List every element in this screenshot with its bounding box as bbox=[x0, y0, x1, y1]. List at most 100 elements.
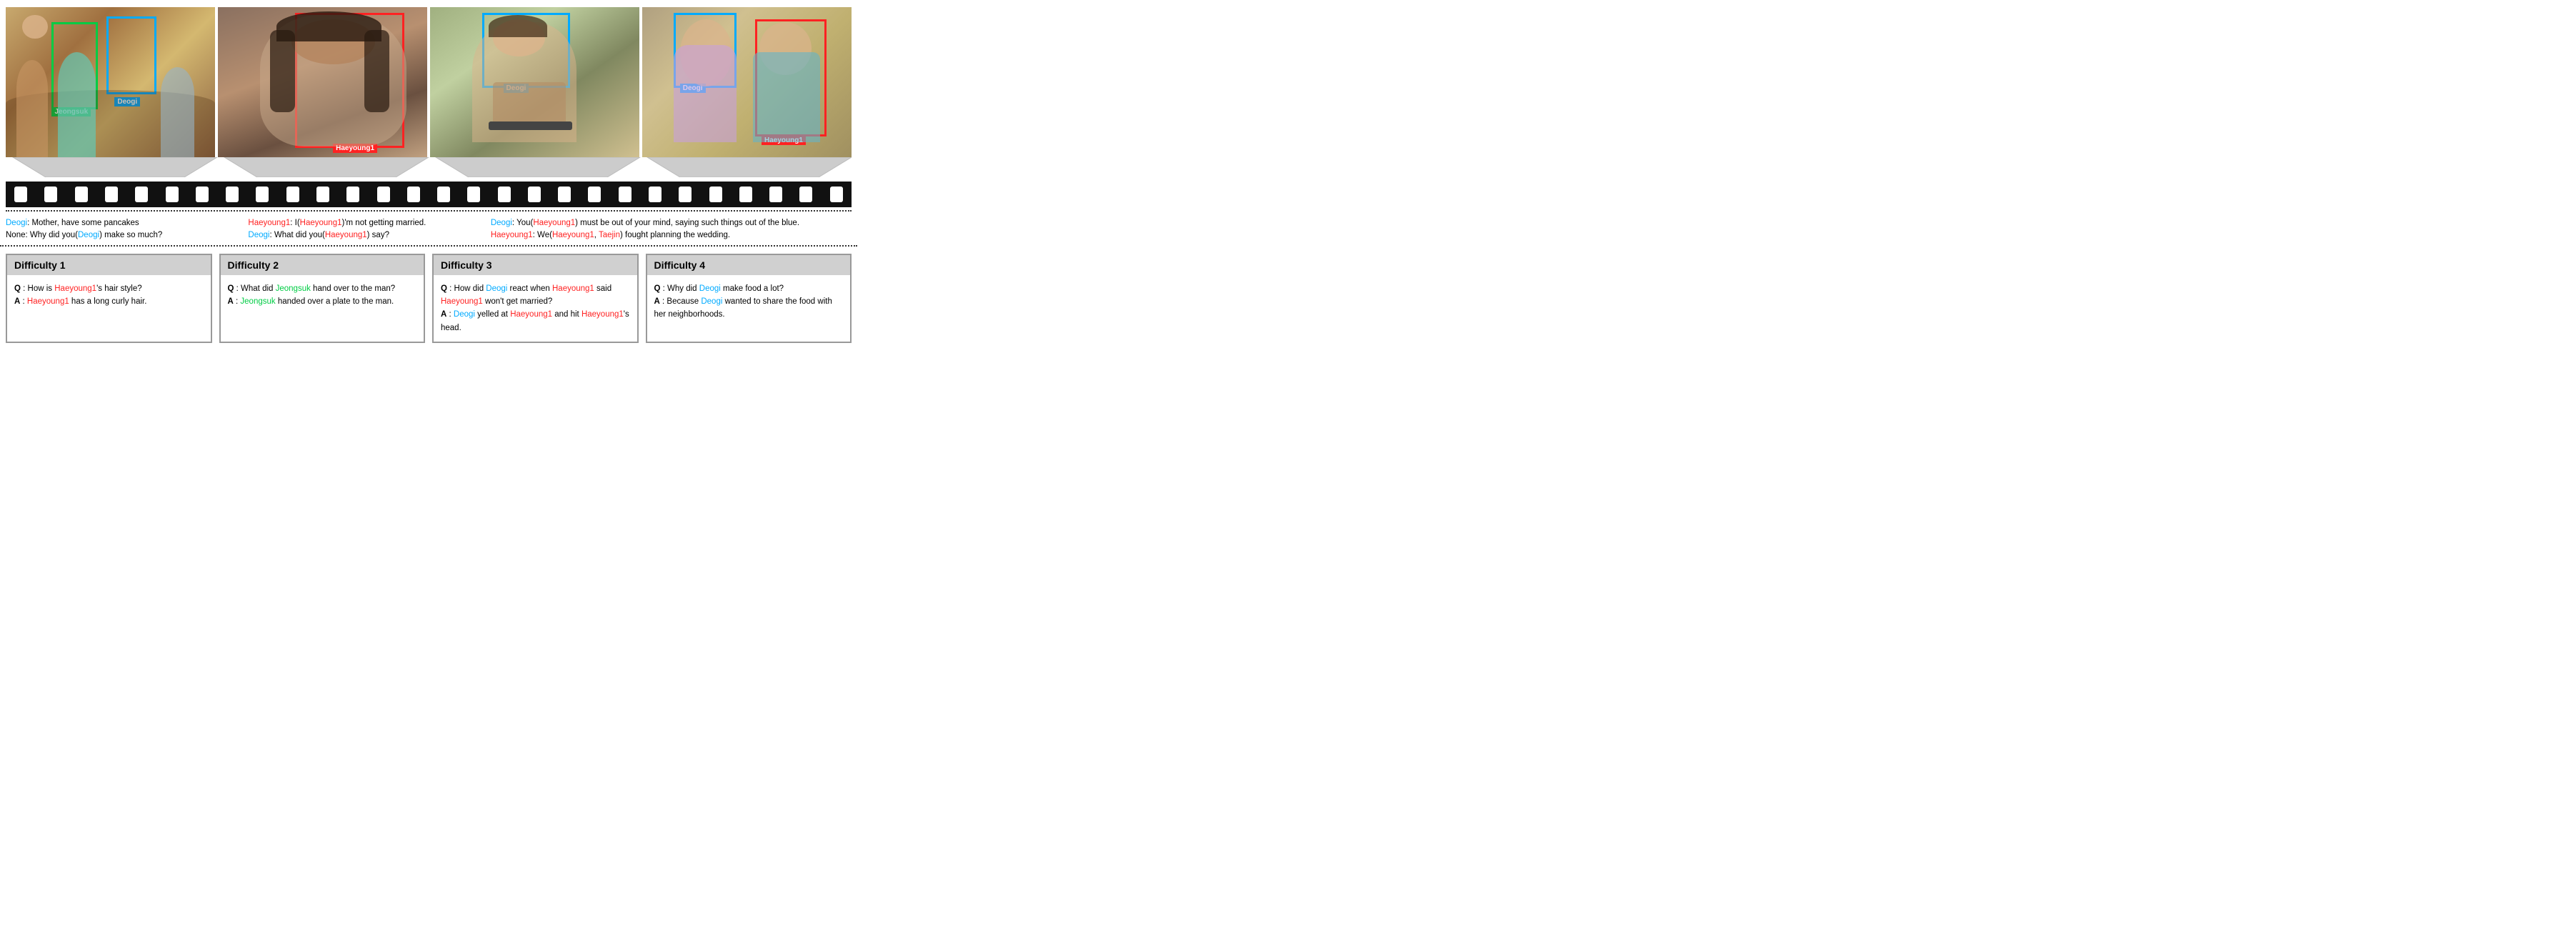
q-entity-1: Haeyoung1 bbox=[54, 284, 96, 293]
q-text-1: 's hair style? bbox=[96, 284, 142, 293]
a-entity-3a: Deogi bbox=[454, 310, 475, 319]
speaker-none: None bbox=[6, 231, 26, 239]
dialogue-line-4: Deogi: What did you(Haeyoung1) say? bbox=[248, 229, 484, 242]
q-entity-3b: Haeyoung1 bbox=[552, 284, 594, 293]
speaker-deogi-1: Deogi bbox=[6, 219, 27, 227]
dialogue-text-2: : Why did you( bbox=[26, 231, 79, 239]
film-hole bbox=[105, 187, 118, 202]
a-text-3a: yelled at bbox=[475, 310, 510, 319]
a-entity-4: Deogi bbox=[701, 297, 722, 306]
a-colon-3: : bbox=[446, 310, 454, 319]
dialogue-line-3: Haeyoung1: I(Haeyoung1)'m not getting ma… bbox=[248, 217, 484, 229]
dialogue-line-6: Haeyoung1: We(Haeyoung1, Taejin) fought … bbox=[491, 229, 846, 242]
dialogue-line-1: Deogi: Mother, have some pancakes bbox=[6, 217, 242, 229]
dotted-separator-top bbox=[6, 210, 852, 212]
ref-haeyoung1-3: Haeyoung1 bbox=[533, 219, 575, 227]
q-text-4a: : Why did bbox=[660, 284, 699, 293]
q-label-3: Q bbox=[441, 284, 447, 293]
a-colon-4: : Because bbox=[660, 297, 702, 306]
film-hole bbox=[44, 187, 57, 202]
difficulty3-header: Difficulty 3 bbox=[434, 255, 637, 275]
film-hole bbox=[528, 187, 541, 202]
a-text-2: handed over a plate to the man. bbox=[276, 297, 394, 306]
dialogue-text-4b: ) say? bbox=[367, 231, 389, 239]
film-hole bbox=[407, 187, 420, 202]
difficulty-row: Difficulty 1 Q : How is Haeyoung1's hair… bbox=[0, 254, 857, 344]
difficulty4-body: Q : Why did Deogi make food a lot? A : B… bbox=[647, 275, 851, 329]
q-text-4b: make food a lot? bbox=[721, 284, 784, 293]
film-hole bbox=[75, 187, 88, 202]
dialogue-block-3: Deogi: You(Haeyoung1) must be out of you… bbox=[491, 217, 852, 242]
q-text-3a: : How did bbox=[447, 284, 486, 293]
dialogue-line-5: Deogi: You(Haeyoung1) must be out of you… bbox=[491, 217, 846, 229]
difficulty4-answer: A : Because Deogi wanted to share the fo… bbox=[654, 295, 844, 322]
film-hole bbox=[437, 187, 450, 202]
q-entity-2: Jeongsuk bbox=[276, 284, 311, 293]
a-label-4: A bbox=[654, 297, 660, 306]
difficulty2-question: Q : What did Jeongsuk hand over to the m… bbox=[228, 282, 417, 295]
dialogue-text-2b: ) make so much? bbox=[99, 231, 162, 239]
q-text-2: hand over to the man? bbox=[311, 284, 395, 293]
film-hole bbox=[196, 187, 209, 202]
film-hole bbox=[619, 187, 631, 202]
speaker-deogi-2: Deogi bbox=[248, 231, 269, 239]
film-hole bbox=[377, 187, 390, 202]
deogi-bbox-s1 bbox=[106, 16, 156, 94]
a-entity-2: Jeongsuk bbox=[240, 297, 275, 306]
film-hole bbox=[799, 187, 812, 202]
difficulty1-header: Difficulty 1 bbox=[7, 255, 211, 275]
film-hole bbox=[135, 187, 148, 202]
scene1-frame: Jeongsuk Deogi bbox=[6, 7, 215, 157]
dialogue-text-4: : What did you( bbox=[269, 231, 324, 239]
dialogue-text-6c: ) fought planning the wedding. bbox=[620, 231, 730, 239]
scene3-frame: Deogi bbox=[430, 7, 639, 157]
q-entity-3c: Haeyoung1 bbox=[441, 297, 483, 306]
images-row: Jeongsuk Deogi Haeyoung1 Deogi bbox=[0, 0, 857, 157]
dialogue-section: Deogi: Mother, have some pancakes None: … bbox=[0, 213, 857, 247]
dialogue-block-1: Deogi: Mother, have some pancakes None: … bbox=[6, 217, 248, 242]
difficulty-card-4: Difficulty 4 Q : Why did Deogi make food… bbox=[646, 254, 852, 344]
difficulty4-header: Difficulty 4 bbox=[647, 255, 851, 275]
a-label-2: A bbox=[228, 297, 234, 306]
q-entity-4: Deogi bbox=[699, 284, 721, 293]
difficulty-card-2: Difficulty 2 Q : What did Jeongsuk hand … bbox=[219, 254, 426, 344]
film-hole bbox=[588, 187, 601, 202]
difficulty3-body: Q : How did Deogi react when Haeyoung1 s… bbox=[434, 275, 637, 342]
dialogue-text-3: : I( bbox=[290, 219, 299, 227]
speaker-haeyoung1-1: Haeyoung1 bbox=[248, 219, 290, 227]
speaker-haeyoung1-2: Haeyoung1 bbox=[491, 231, 533, 239]
film-hole bbox=[256, 187, 269, 202]
ref-haeyoung1-4: Haeyoung1 bbox=[552, 231, 594, 239]
scene4-frame: Deogi Haeyoung1 bbox=[642, 7, 852, 157]
a-colon-2: : bbox=[234, 297, 241, 306]
q-colon-2: : What did bbox=[234, 284, 275, 293]
film-hole bbox=[498, 187, 511, 202]
q-entity-3a: Deogi bbox=[486, 284, 507, 293]
a-text-3b: and hit bbox=[552, 310, 581, 319]
difficulty4-question: Q : Why did Deogi make food a lot? bbox=[654, 282, 844, 295]
ref-taejin: Taejin bbox=[599, 231, 620, 239]
dialogue-text-5: : You( bbox=[512, 219, 533, 227]
difficulty1-question: Q : How is Haeyoung1's hair style? bbox=[14, 282, 204, 295]
a-entity-3b: Haeyoung1 bbox=[510, 310, 552, 319]
film-hole bbox=[769, 187, 782, 202]
q-label-1: Q bbox=[14, 284, 21, 293]
film-hole bbox=[346, 187, 359, 202]
a-text-1: has a long curly hair. bbox=[69, 297, 147, 306]
connector-svg bbox=[6, 157, 852, 177]
dialogue-text-5b: ) must be out of your mind, saying such … bbox=[575, 219, 799, 227]
dialogue-line-2: None: Why did you(Deogi) make so much? bbox=[6, 229, 242, 242]
ref-haeyoung1-2: Haeyoung1 bbox=[325, 231, 367, 239]
film-hole bbox=[467, 187, 480, 202]
film-hole bbox=[739, 187, 752, 202]
q-colon-1: : How is bbox=[21, 284, 54, 293]
dialogue-block-2: Haeyoung1: I(Haeyoung1)'m not getting ma… bbox=[248, 217, 490, 242]
difficulty3-answer: A : Deogi yelled at Haeyoung1 and hit Ha… bbox=[441, 308, 630, 334]
a-colon-1: : bbox=[20, 297, 27, 306]
film-hole bbox=[679, 187, 692, 202]
a-entity-3c: Haeyoung1 bbox=[581, 310, 624, 319]
difficulty2-header: Difficulty 2 bbox=[221, 255, 424, 275]
filmstrip bbox=[6, 182, 852, 207]
film-hole bbox=[166, 187, 179, 202]
a-entity-1: Haeyoung1 bbox=[27, 297, 69, 306]
